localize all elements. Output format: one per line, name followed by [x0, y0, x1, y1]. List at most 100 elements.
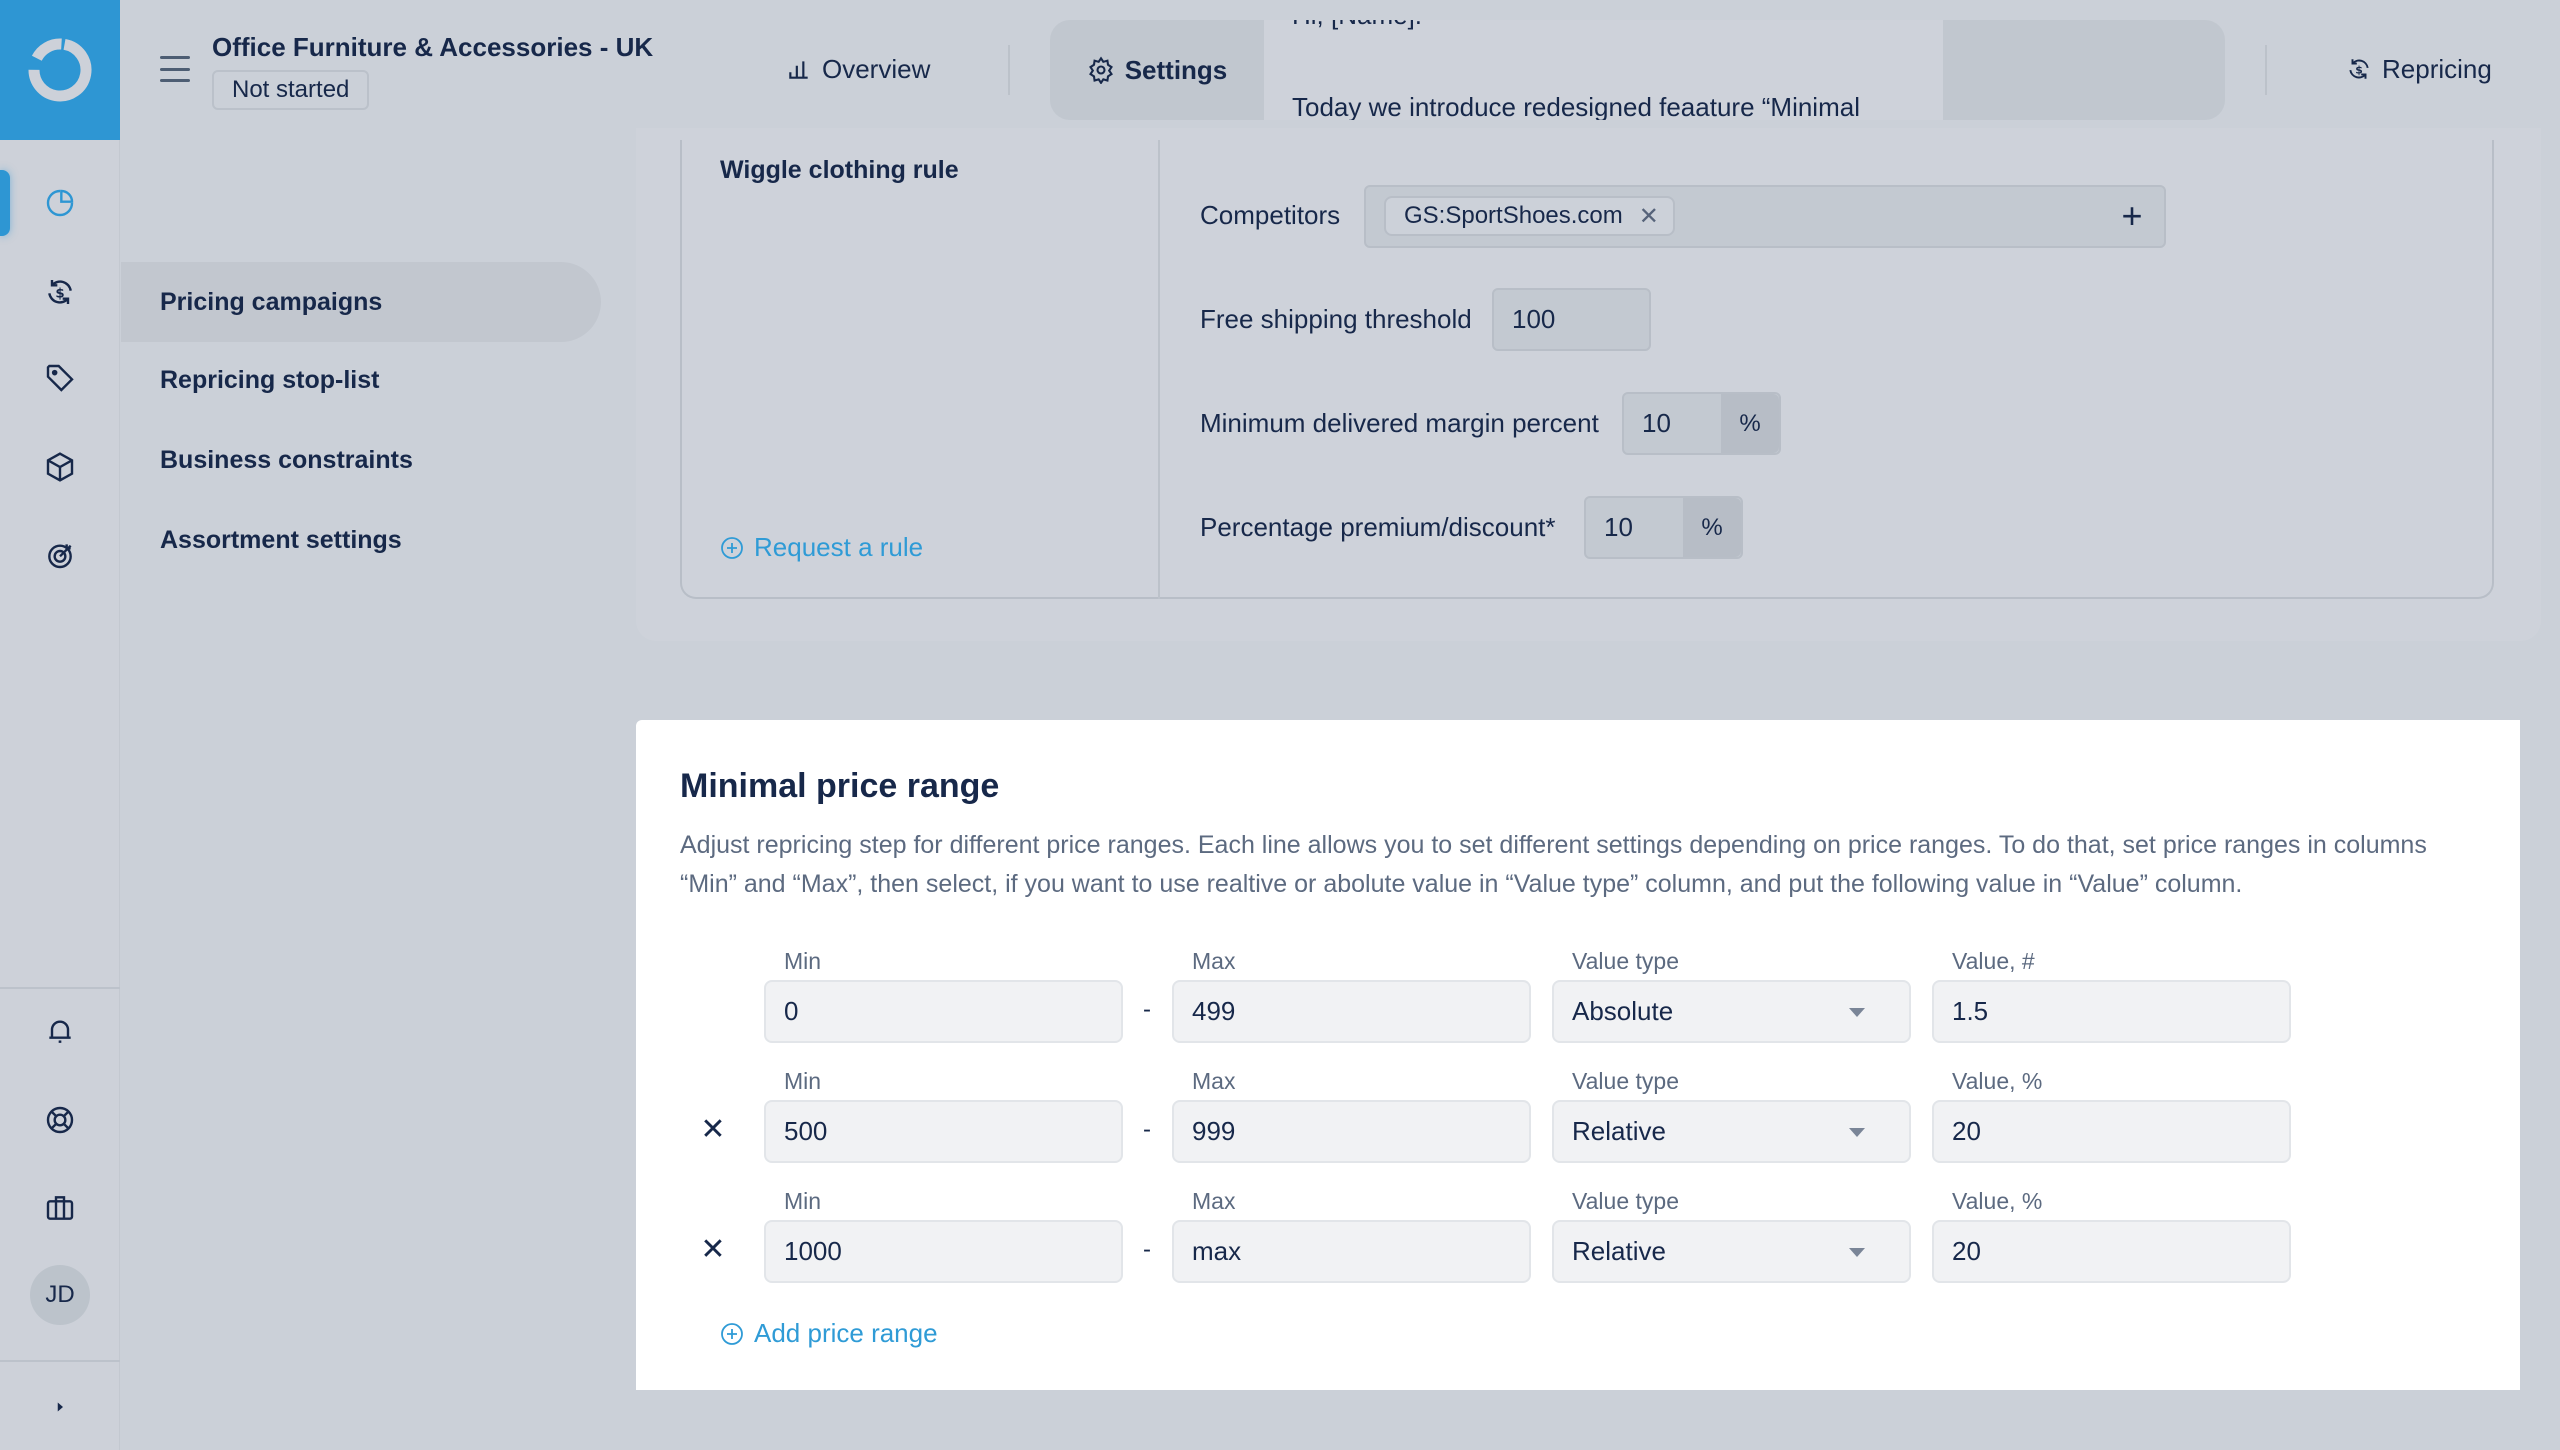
rule-name: Wiggle clothing rule [720, 156, 959, 184]
link-label: Request a rule [754, 532, 924, 562]
min-label: Min [784, 1068, 822, 1094]
competitors-label: Competitors [1200, 200, 1341, 230]
user-avatar[interactable]: JD [30, 1265, 90, 1325]
tab-settings[interactable]: Settings [1050, 20, 1264, 120]
avatar-initials: JD [45, 1281, 75, 1308]
submenu-item-label: Repricing stop-list [160, 365, 380, 394]
submenu-item-label: Assortment settings [160, 525, 402, 554]
chevron-down-icon [1849, 1128, 1865, 1137]
input-value: 20 [1952, 1116, 1981, 1146]
delete-range-button[interactable]: ✕ [698, 1112, 728, 1147]
rail-item-products[interactable] [0, 442, 120, 492]
max-label: Max [1192, 948, 1236, 974]
submenu-item-repricing-stop-list[interactable]: Repricing stop-list [121, 340, 601, 420]
svg-text:$: $ [2355, 63, 2363, 76]
max-input[interactable]: max [1172, 1220, 1531, 1283]
free-shipping-label: Free shipping threshold [1200, 304, 1472, 334]
expand-sidebar-button[interactable] [0, 1382, 120, 1432]
value-type-select[interactable]: Relative [1552, 1100, 1911, 1163]
rail-item-workspace[interactable] [0, 1183, 120, 1233]
dollar-cycle-icon: $ [2349, 59, 2369, 79]
value-input[interactable]: 1.5 [1932, 980, 2291, 1043]
min-input[interactable]: 500 [764, 1100, 1123, 1163]
min-input[interactable]: 1000 [764, 1220, 1123, 1283]
box-icon [46, 452, 74, 482]
tab-label: Settings [1124, 54, 1228, 85]
max-input[interactable]: 499 [1172, 980, 1531, 1043]
briefcase-icon [46, 1196, 74, 1220]
value-label: Value, # [1952, 948, 2035, 974]
request-rule-link[interactable]: Request a rule [720, 532, 923, 563]
submenu-item-business-constraints[interactable]: Business constraints [121, 420, 601, 500]
input-value: 10 [1604, 512, 1633, 542]
value-type-select[interactable]: Relative [1552, 1220, 1911, 1283]
input-value: 0 [784, 996, 799, 1026]
tab-overview[interactable]: Overview [786, 40, 930, 98]
dollar-cycle-icon: $ [48, 280, 72, 304]
min-input[interactable]: 0 [764, 980, 1123, 1043]
premium-discount-input[interactable]: 10 % [1584, 496, 1743, 559]
competitor-chip: GS:SportShoes.com ✕ [1384, 196, 1675, 236]
rail-item-tags[interactable] [0, 353, 120, 403]
caret-right-icon [57, 1402, 63, 1412]
nav-divider [1008, 45, 1010, 95]
max-label: Max [1192, 1068, 1236, 1094]
value-type-label: Value type [1572, 948, 1679, 974]
minimal-price-range-card [636, 720, 2520, 1390]
value-label: Value, % [1952, 1188, 2043, 1214]
remove-chip-icon[interactable]: ✕ [1639, 202, 1659, 231]
submenu-item-label: Business constraints [160, 445, 413, 474]
tag-icon [46, 364, 74, 392]
max-input[interactable]: 999 [1172, 1100, 1531, 1163]
delete-range-button[interactable]: ✕ [698, 1232, 728, 1267]
value-type-label: Value type [1572, 1068, 1679, 1094]
plus-icon: + [2121, 195, 2143, 236]
svg-text:$: $ [55, 286, 64, 301]
add-price-range-link[interactable]: Add price range [720, 1318, 938, 1349]
free-shipping-input[interactable]: 100 [1492, 288, 1651, 351]
target-icon [48, 544, 72, 569]
rail-item-support[interactable] [0, 1095, 120, 1145]
rail-item-dashboard[interactable] [0, 178, 120, 228]
menu-toggle-button[interactable] [160, 56, 190, 82]
donut-logo-icon [28, 38, 92, 102]
tab-label: Overview [822, 53, 931, 84]
submenu-item-assortment-settings[interactable]: Assortment settings [121, 500, 601, 580]
announcement-message: Today we introduce redesigned feaature “… [1292, 92, 1860, 120]
input-value: max [1192, 1236, 1242, 1266]
close-icon: ✕ [700, 1113, 726, 1146]
value-input[interactable]: 20 [1932, 1220, 2291, 1283]
min-margin-input[interactable]: 10 % [1622, 392, 1781, 455]
value-input[interactable]: 20 [1932, 1100, 2291, 1163]
submenu-item-pricing-campaigns[interactable]: Pricing campaigns [121, 262, 601, 342]
lifebuoy-icon [46, 1106, 74, 1134]
pie-chart-icon [46, 189, 74, 217]
add-competitor-button[interactable]: + [2114, 195, 2150, 236]
app-logo[interactable] [0, 0, 120, 140]
max-label: Max [1192, 1188, 1236, 1214]
value-type-select[interactable]: Absolute [1552, 980, 1911, 1043]
premium-discount-label: Percentage premium/discount* [1200, 512, 1556, 542]
nav-divider [2265, 45, 2267, 95]
input-value: 20 [1952, 1236, 1981, 1266]
hamburger-icon-line [160, 67, 190, 71]
submenu-item-label: Pricing campaigns [160, 287, 383, 316]
rail-item-notifications[interactable] [0, 1006, 120, 1056]
tab-repricing[interactable]: $ Repricing [2346, 40, 2492, 98]
rail-item-targets[interactable] [0, 530, 120, 580]
rail-item-repricing[interactable]: $ [0, 267, 120, 317]
tab-label: Repricing [2382, 53, 2492, 84]
input-value: 500 [784, 1116, 828, 1146]
plus-circle-icon [721, 536, 743, 559]
chevron-down-icon [1849, 1008, 1865, 1017]
chevron-down-icon [1849, 1248, 1865, 1257]
range-separator: - [1143, 996, 1151, 1023]
hamburger-icon-line [160, 79, 190, 82]
announcement-popover: Hi, [Name]. Today we introduce redesigne… [1264, 20, 1943, 120]
range-separator: - [1143, 1116, 1151, 1143]
bell-icon [49, 1020, 71, 1043]
input-value: 999 [1192, 1116, 1236, 1146]
input-value: 499 [1192, 996, 1236, 1026]
range-separator: - [1143, 1236, 1151, 1263]
select-value: Absolute [1572, 996, 1674, 1026]
